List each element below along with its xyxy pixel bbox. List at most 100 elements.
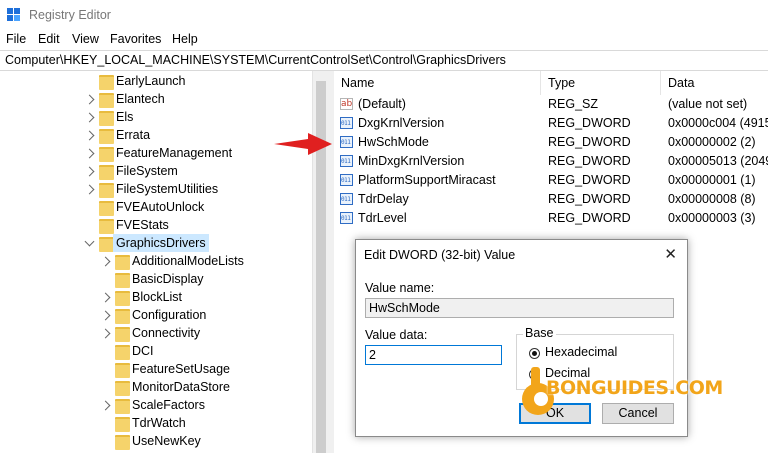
value-name: (Default) (358, 97, 406, 111)
value-type: REG_DWORD (548, 116, 631, 130)
binary-value-icon (340, 190, 353, 209)
chevron-right-icon[interactable] (84, 184, 95, 195)
tree-item-label: Connectivity (132, 326, 201, 340)
chevron-right-icon[interactable] (100, 292, 111, 303)
folder-icon (115, 291, 130, 306)
folder-icon (115, 327, 130, 342)
folder-icon (115, 381, 130, 396)
chevron-right-icon[interactable] (100, 310, 111, 321)
value-type: REG_DWORD (548, 192, 631, 206)
tree-item-featuremanagement[interactable]: FeatureManagement (0, 144, 312, 162)
tree-item-els[interactable]: Els (0, 108, 312, 126)
folder-icon (99, 75, 114, 90)
tree-item-graphicsdrivers[interactable]: GraphicsDrivers (0, 234, 312, 252)
value-row[interactable]: (Default) REG_SZ (value not set) (334, 95, 768, 114)
chevron-right-icon[interactable] (84, 94, 95, 105)
chevron-right-icon[interactable] (84, 148, 95, 159)
tree-item-dci[interactable]: DCI (0, 342, 312, 360)
tree-item-errata[interactable]: Errata (0, 126, 312, 144)
tree-item-label: TdrWatch (132, 416, 186, 430)
chevron-right-icon[interactable] (100, 328, 111, 339)
value-name: MinDxgKrnlVersion (358, 154, 465, 168)
chevron-right-icon[interactable] (100, 256, 111, 267)
menu-file[interactable]: File (6, 32, 26, 46)
value-data-label: Value data: (365, 328, 428, 342)
tree-item-usenewkey[interactable]: UseNewKey (0, 432, 312, 450)
value-row[interactable]: TdrDelay REG_DWORD 0x00000008 (8) (334, 190, 768, 209)
key-tree[interactable]: EarlyLaunch Elantech Els Errata FeatureManag… (0, 71, 312, 453)
tree-item-featuresetusage[interactable]: FeatureSetUsage (0, 360, 312, 378)
title-bar: Registry Editor (0, 0, 768, 30)
tree-item-filesystem[interactable]: FileSystem (0, 162, 312, 180)
binary-value-icon (340, 152, 353, 171)
folder-icon (99, 129, 114, 144)
menu-edit[interactable]: Edit (38, 32, 60, 46)
address-path[interactable]: Computer\HKEY_LOCAL_MACHINE\SYSTEM\Curre… (5, 53, 506, 67)
folder-icon (115, 417, 130, 432)
chevron-right-icon[interactable] (84, 130, 95, 141)
value-row[interactable]: PlatformSupportMiracast REG_DWORD 0x000000… (334, 171, 768, 190)
tree-item-label: BlockList (132, 290, 183, 304)
value-row[interactable]: MinDxgKrnlVersion REG_DWORD 0x00005013 (20… (334, 152, 768, 171)
tree-item-blocklist[interactable]: BlockList (0, 288, 312, 306)
hexadecimal-label[interactable]: Hexadecimal (545, 345, 617, 359)
binary-value-icon (340, 171, 353, 190)
value-data: (value not set) (668, 97, 748, 111)
menu-bar: File Edit View Favorites Help (0, 30, 768, 49)
chevron-right-icon[interactable] (84, 166, 95, 177)
tree-item-label: Elantech (116, 92, 165, 106)
chevron-right-icon[interactable] (84, 112, 95, 123)
close-icon[interactable]: ✕ (664, 245, 677, 263)
tree-item-label: ScaleFactors (132, 398, 205, 412)
menu-favorites[interactable]: Favorites (110, 32, 161, 46)
menu-help[interactable]: Help (172, 32, 198, 46)
folder-icon (99, 147, 114, 162)
chevron-down-icon[interactable] (84, 236, 95, 247)
column-header-type[interactable]: Type (541, 71, 661, 95)
tree-item-additionalmodelists[interactable]: AdditionalModeLists (0, 252, 312, 270)
window-title: Registry Editor (29, 8, 111, 22)
folder-icon (115, 399, 130, 414)
value-name: DxgKrnlVersion (358, 116, 445, 130)
tree-item-monitordatastore[interactable]: MonitorDataStore (0, 378, 312, 396)
tree-item-connectivity[interactable]: Connectivity (0, 324, 312, 342)
tree-item-label: EarlyLaunch (116, 74, 186, 88)
value-row[interactable]: HwSchMode REG_DWORD 0x00000002 (2) (334, 133, 768, 152)
dialog-title: Edit DWORD (32-bit) Value (364, 248, 516, 262)
value-type: REG_DWORD (548, 173, 631, 187)
tree-item-filesystemutilities[interactable]: FileSystemUtilities (0, 180, 312, 198)
value-row[interactable]: DxgKrnlVersion REG_DWORD 0x0000c004 (49156… (334, 114, 768, 133)
column-header-data[interactable]: Data (661, 71, 768, 95)
string-value-icon (340, 95, 353, 114)
tree-item-earlylaunch[interactable]: EarlyLaunch (0, 72, 312, 90)
tree-scrollbar[interactable] (312, 71, 330, 453)
chevron-right-icon[interactable] (100, 400, 111, 411)
folder-icon (115, 435, 130, 450)
radio-hexadecimal[interactable] (529, 348, 540, 359)
value-type: REG_DWORD (548, 211, 631, 225)
tree-item-label: Els (116, 110, 134, 124)
value-name: TdrLevel (358, 211, 407, 225)
value-row[interactable]: TdrLevel REG_DWORD 0x00000003 (3) (334, 209, 768, 228)
menu-view[interactable]: View (72, 32, 99, 46)
folder-icon (115, 309, 130, 324)
tree-item-elantech[interactable]: Elantech (0, 90, 312, 108)
value-data: 0x00000001 (1) (668, 173, 756, 187)
folder-icon (99, 111, 114, 126)
tree-item-label: DCI (132, 344, 154, 358)
cancel-button[interactable]: Cancel (602, 403, 674, 424)
address-bar[interactable]: Computer\HKEY_LOCAL_MACHINE\SYSTEM\Curre… (0, 50, 768, 71)
value-data-input[interactable]: 2 (365, 345, 502, 365)
tree-item-tdrwatch[interactable]: TdrWatch (0, 414, 312, 432)
tree-item-label: MonitorDataStore (132, 380, 230, 394)
column-header-name[interactable]: Name (334, 71, 541, 95)
tree-item-fveautounlock[interactable]: FVEAutoUnlock (0, 198, 312, 216)
tree-item-label: AdditionalModeLists (132, 254, 244, 268)
folder-icon (99, 183, 114, 198)
tree-item-fvestats[interactable]: FVEStats (0, 216, 312, 234)
tree-item-basicdisplay[interactable]: BasicDisplay (0, 270, 312, 288)
value-name-label: Value name: (365, 281, 435, 295)
tree-item-scalefactors[interactable]: ScaleFactors (0, 396, 312, 414)
tree-item-configuration[interactable]: Configuration (0, 306, 312, 324)
folder-icon (115, 363, 130, 378)
